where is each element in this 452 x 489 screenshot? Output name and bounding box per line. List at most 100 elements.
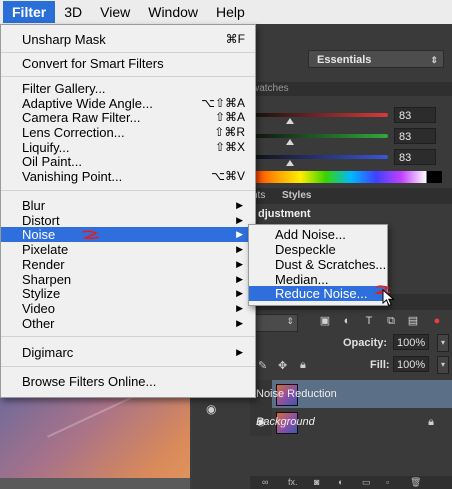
- menu-item-convert-smart-filters[interactable]: Convert for Smart Filters: [1, 56, 255, 71]
- fill-input[interactable]: 100%: [393, 356, 429, 372]
- menu-item-browse-filters-online[interactable]: Browse Filters Online...: [1, 374, 255, 389]
- color-slider-blue[interactable]: 83: [250, 149, 452, 171]
- adjustments-panel-title: djustment: [258, 208, 311, 220]
- menu-item-stylize[interactable]: Stylize ▶: [1, 286, 255, 301]
- menu-help[interactable]: Help: [207, 1, 254, 23]
- menu-item-label: Noise: [22, 227, 56, 242]
- menu-divider: [1, 190, 255, 191]
- menu-item-adaptive-wide-angle[interactable]: Adaptive Wide Angle... ⌥⇧⌘A: [1, 96, 255, 111]
- menu-item-despeckle[interactable]: Despeckle: [249, 242, 387, 257]
- tab-styles[interactable]: Styles: [282, 188, 311, 204]
- slider-track-blue[interactable]: [252, 155, 388, 159]
- menu-item-label: Sharpen: [22, 272, 72, 287]
- submenu-arrow-icon: ▶: [236, 318, 243, 328]
- menu-item-camera-raw[interactable]: Camera Raw Filter... ⇧⌘A: [1, 110, 255, 125]
- layer-name: Background: [256, 416, 315, 428]
- opacity-label: Opacity:: [343, 337, 388, 349]
- color-spectrum-bar[interactable]: [250, 171, 442, 183]
- trash-icon[interactable]: 🗑︎: [410, 476, 421, 489]
- opacity-dropdown-arrow[interactable]: ▾: [437, 334, 449, 352]
- swatches-tab[interactable]: watches: [250, 82, 452, 96]
- shape-filter-icon[interactable]: ⧉: [384, 314, 398, 328]
- submenu-arrow-icon: ▶: [236, 303, 243, 313]
- menu-item-dust-scratches[interactable]: Dust & Scratches...: [249, 257, 387, 272]
- menu-item-label: Distort: [22, 213, 60, 228]
- menu-item-liquify[interactable]: Liquify... ⇧⌘X: [1, 140, 255, 155]
- menu-window[interactable]: Window: [139, 1, 207, 23]
- menu-item-label: Liquify...: [22, 140, 70, 155]
- menu-item-pixelate[interactable]: Pixelate ▶: [1, 242, 255, 257]
- fill-dropdown-arrow[interactable]: ▾: [437, 356, 449, 374]
- workspace-preset-select[interactable]: Essentials ⇕: [308, 50, 444, 68]
- menu-item-unsharp-mask[interactable]: Unsharp Mask ⌘F: [1, 32, 255, 47]
- image-filter-icon[interactable]: ▣: [318, 314, 332, 328]
- lock-position-icon[interactable]: ✥: [278, 359, 287, 372]
- menu-item-filter-gallery[interactable]: Filter Gallery...: [1, 81, 255, 96]
- menu-item-median[interactable]: Median...: [249, 272, 387, 287]
- filter-toggle-icon[interactable]: ●: [430, 314, 444, 328]
- menu-item-digimarc[interactable]: Digimarc ▶: [1, 345, 255, 360]
- slider-thumb-red[interactable]: [286, 118, 295, 124]
- opacity-input[interactable]: 100%: [393, 334, 429, 350]
- slider-thumb-green[interactable]: [286, 139, 295, 145]
- workspace-preset-label: Essentials: [317, 54, 372, 66]
- menu-item-render[interactable]: Render ▶: [1, 257, 255, 272]
- submenu-arrow-icon: ▶: [236, 288, 243, 298]
- new-group-icon[interactable]: ▭: [362, 476, 371, 489]
- layer-row[interactable]: ◉ Background 🔒︎: [250, 408, 452, 436]
- adjustment-filter-icon[interactable]: ◐: [340, 314, 354, 328]
- layer-filter-kind-select[interactable]: ⇕: [250, 314, 298, 332]
- adjustments-tab-bar: nts Styles: [250, 188, 452, 204]
- menu-item-label: Dust & Scratches...: [275, 257, 387, 272]
- new-layer-icon[interactable]: ▫: [386, 476, 389, 489]
- menu-item-label: Blur: [22, 198, 46, 213]
- menu-item-add-noise[interactable]: Add Noise...: [249, 227, 387, 242]
- new-adjustment-icon[interactable]: ◐: [338, 476, 343, 489]
- menu-item-noise[interactable]: Noise ▶: [1, 227, 255, 242]
- menu-item-lens-correction[interactable]: Lens Correction... ⇧⌘R: [1, 125, 255, 140]
- menu-item-label: Despeckle: [275, 242, 336, 257]
- fx-icon[interactable]: fx.: [288, 476, 298, 489]
- menu-3d[interactable]: 3D: [55, 1, 91, 23]
- filter-menu: Unsharp Mask ⌘F Convert for Smart Filter…: [0, 24, 256, 398]
- slider-track-red[interactable]: [252, 113, 388, 117]
- slider-thumb-blue[interactable]: [286, 160, 295, 166]
- menu-view[interactable]: View: [91, 1, 139, 23]
- eye-icon[interactable]: ◉: [206, 402, 216, 416]
- annotation-scribble: [81, 230, 100, 240]
- menu-item-sharpen[interactable]: Sharpen ▶: [1, 272, 255, 287]
- shortcut-label: ⌘F: [225, 32, 245, 46]
- canvas-scrollbar[interactable]: [0, 478, 190, 489]
- menu-filter[interactable]: Filter: [3, 1, 56, 23]
- menu-item-label: Add Noise...: [275, 227, 346, 242]
- slider-value-green[interactable]: 83: [394, 128, 436, 144]
- color-slider-green[interactable]: 83: [250, 128, 452, 150]
- document-canvas[interactable]: [0, 368, 193, 489]
- submenu-arrow-icon: ▶: [236, 244, 243, 254]
- menu-divider: [1, 52, 255, 53]
- slider-value-red[interactable]: 83: [394, 107, 436, 123]
- menu-item-blur[interactable]: Blur ▶: [1, 198, 255, 213]
- menu-item-other[interactable]: Other ▶: [1, 316, 255, 331]
- layer-row[interactable]: Noise Reduction: [250, 380, 452, 408]
- menu-item-video[interactable]: Video ▶: [1, 301, 255, 316]
- color-slider-red[interactable]: 83: [250, 107, 452, 129]
- smart-object-filter-icon[interactable]: ▤: [406, 314, 420, 328]
- lock-pixels-icon[interactable]: ✎: [258, 359, 267, 372]
- shortcut-label: ⇧⌘A: [214, 110, 245, 124]
- shortcut-label: ⌥⇧⌘A: [201, 96, 245, 110]
- slider-value-blue[interactable]: 83: [394, 149, 436, 165]
- menu-item-label: Oil Paint...: [22, 154, 82, 169]
- submenu-arrow-icon: ▶: [236, 274, 243, 284]
- menu-bar: Filter 3D View Window Help: [0, 0, 452, 25]
- slider-track-green[interactable]: [252, 134, 388, 138]
- link-layers-icon[interactable]: ∞: [262, 476, 268, 489]
- menu-item-vanishing-point[interactable]: Vanishing Point... ⌥⌘V: [1, 169, 255, 184]
- menu-item-reduce-noise[interactable]: Reduce Noise...: [249, 286, 387, 301]
- type-filter-icon[interactable]: T: [362, 314, 376, 328]
- menu-item-distort[interactable]: Distort ▶: [1, 213, 255, 228]
- menu-item-label: Digimarc: [22, 345, 74, 360]
- menu-item-oil-paint[interactable]: Oil Paint...: [1, 154, 255, 169]
- lock-all-icon[interactable]: 🔒︎: [300, 359, 306, 372]
- add-mask-icon[interactable]: ◙: [314, 476, 319, 489]
